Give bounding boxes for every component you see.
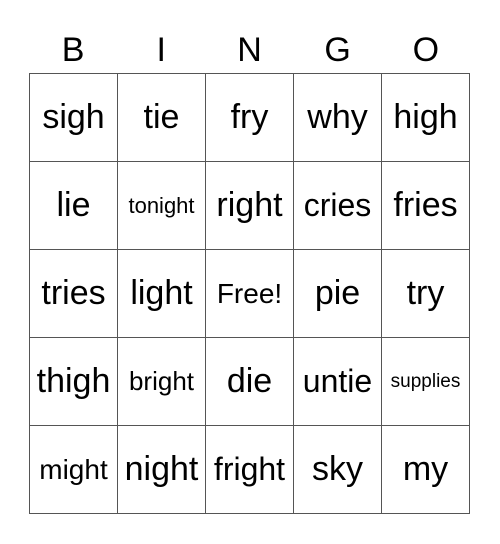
header-letter-o: O <box>412 31 440 69</box>
bingo-cell[interactable]: sky <box>294 426 382 514</box>
header-letter-n: N <box>237 31 262 69</box>
bingo-grid: sigh tie fry why high lie tonight right … <box>29 73 470 514</box>
header-letter-g: G <box>324 31 351 69</box>
bingo-cell[interactable]: fright <box>206 426 294 514</box>
bingo-cell[interactable]: bright <box>118 338 206 426</box>
bingo-cell[interactable]: lie <box>30 162 118 250</box>
bingo-cell[interactable]: untie <box>294 338 382 426</box>
bingo-header: B I N G O <box>29 28 471 72</box>
bingo-cell[interactable]: my <box>382 426 470 514</box>
free-space-cell[interactable]: Free! <box>206 250 294 338</box>
bingo-cell[interactable]: fry <box>206 74 294 162</box>
header-letter-i: I <box>156 31 166 69</box>
bingo-cell[interactable]: fries <box>382 162 470 250</box>
bingo-cell[interactable]: light <box>118 250 206 338</box>
bingo-cell[interactable]: why <box>294 74 382 162</box>
bingo-cell[interactable]: sigh <box>30 74 118 162</box>
bingo-cell[interactable]: tries <box>30 250 118 338</box>
bingo-cell[interactable]: tie <box>118 74 206 162</box>
header-letter-b: B <box>61 31 85 69</box>
bingo-cell[interactable]: night <box>118 426 206 514</box>
bingo-cell[interactable]: thigh <box>30 338 118 426</box>
bingo-cell[interactable]: right <box>206 162 294 250</box>
bingo-cell[interactable]: tonight <box>118 162 206 250</box>
bingo-cell[interactable]: pie <box>294 250 382 338</box>
bingo-cell[interactable]: cries <box>294 162 382 250</box>
bingo-cell[interactable]: might <box>30 426 118 514</box>
bingo-cell[interactable]: high <box>382 74 470 162</box>
bingo-cell[interactable]: die <box>206 338 294 426</box>
bingo-cell[interactable]: try <box>382 250 470 338</box>
bingo-cell[interactable]: supplies <box>382 338 470 426</box>
